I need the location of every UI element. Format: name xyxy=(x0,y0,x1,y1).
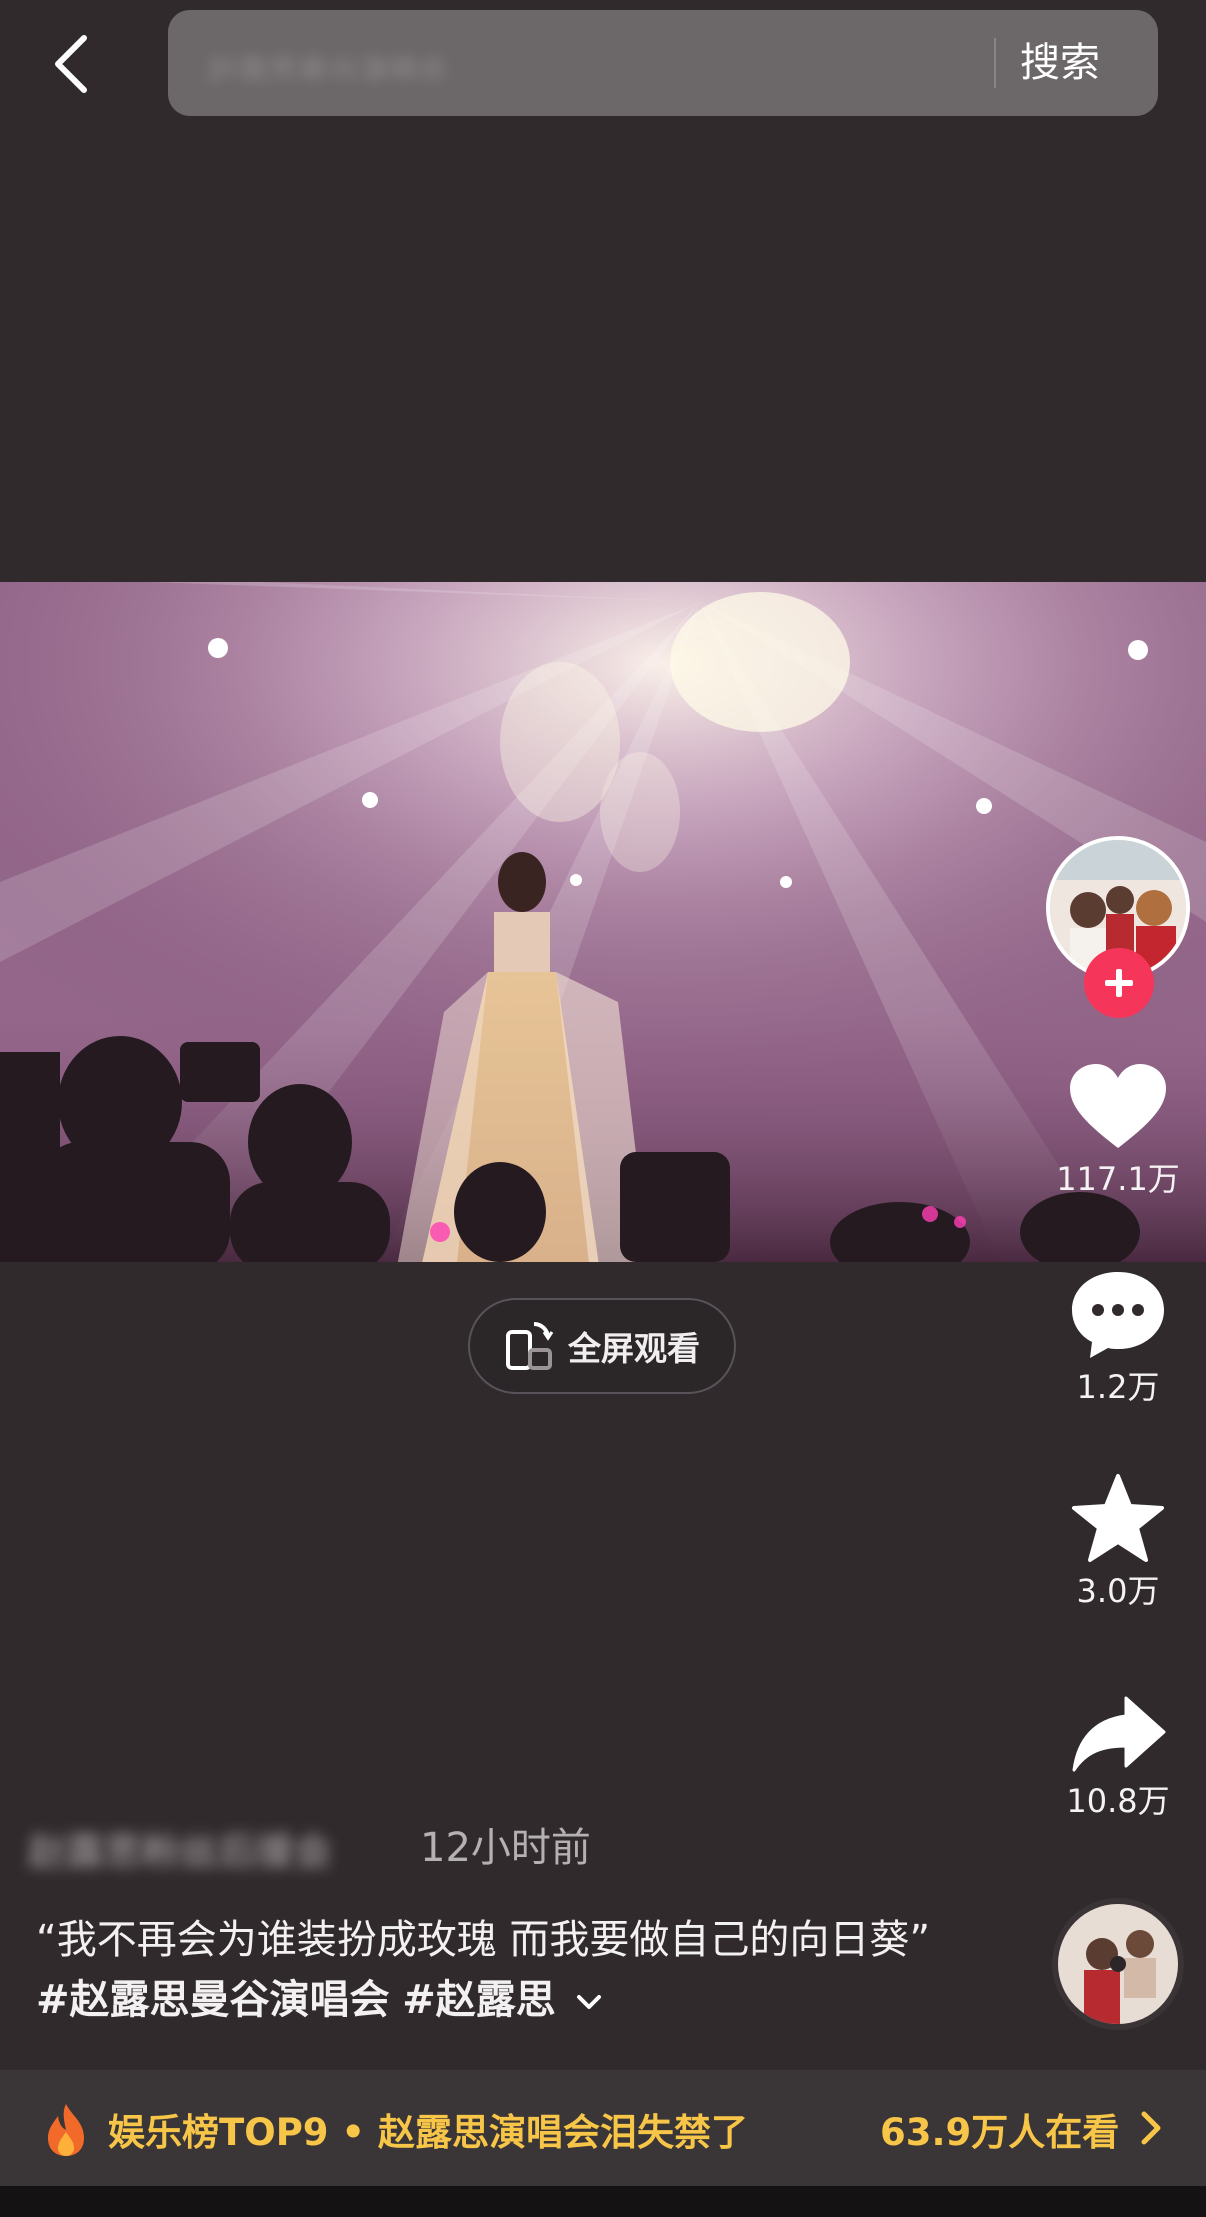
hashtag-link[interactable]: #赵露思曼谷演唱会 xyxy=(36,1977,390,2023)
like-button[interactable]: 117.1万 xyxy=(1046,1062,1190,1200)
hashtag-link[interactable]: #赵露思 xyxy=(402,1977,556,2023)
video-player[interactable] xyxy=(0,582,1206,1262)
follow-button[interactable] xyxy=(1084,948,1154,1018)
bottom-strip xyxy=(0,2186,1206,2217)
heart-icon xyxy=(1070,1064,1166,1148)
share-button[interactable]: 10.8万 xyxy=(1046,1694,1190,1822)
chevron-right-icon xyxy=(1141,2111,1161,2145)
favorite-count: 3.0万 xyxy=(1076,1572,1160,1610)
caption-quote: “我不再会为谁装扮成玫瑰 而我要做自己的向日葵” xyxy=(36,1917,931,1963)
back-button[interactable] xyxy=(40,28,100,100)
music-cover-image xyxy=(1058,1904,1178,2024)
author-row: 赵露思粉丝后援会 12小时前 xyxy=(28,1816,591,1872)
music-disc[interactable] xyxy=(1052,1898,1184,2030)
chevron-down-icon[interactable] xyxy=(576,1992,602,2012)
fire-icon xyxy=(48,2104,84,2156)
chevron-left-icon xyxy=(55,35,87,93)
share-count: 10.8万 xyxy=(1066,1782,1170,1820)
star-icon xyxy=(1072,1474,1164,1562)
search-input[interactable]: 赵露思曼谷演唱会 xyxy=(208,46,538,80)
search-divider xyxy=(994,38,996,88)
fullscreen-button[interactable]: 全屏观看 xyxy=(468,1298,736,1394)
trending-title: 娱乐榜TOP9 • 赵露思演唱会泪失禁了 xyxy=(108,2111,748,2154)
author-name[interactable]: 赵露思粉丝后援会 xyxy=(28,1821,426,1867)
favorite-button[interactable]: 3.0万 xyxy=(1046,1472,1190,1612)
search-bar[interactable]: 赵露思曼谷演唱会 搜索 xyxy=(168,10,1158,116)
post-time: 12小时前 xyxy=(420,1825,591,1871)
share-arrow-icon xyxy=(1072,1696,1166,1772)
concert-video-frame xyxy=(0,582,1206,1262)
rotate-screen-icon xyxy=(506,1322,554,1370)
comment-bubble-icon xyxy=(1072,1272,1164,1358)
search-button[interactable]: 搜索 xyxy=(1020,34,1100,92)
like-count: 117.1万 xyxy=(1056,1160,1180,1198)
trending-viewers: 63.9万人在看 xyxy=(880,2111,1120,2154)
comment-button[interactable]: 1.2万 xyxy=(1046,1268,1190,1408)
post-caption[interactable]: “我不再会为谁装扮成玫瑰 而我要做自己的向日葵” #赵露思曼谷演唱会 #赵露思 xyxy=(36,1910,936,2030)
fullscreen-label: 全屏观看 xyxy=(568,1329,700,1368)
comment-count: 1.2万 xyxy=(1076,1368,1160,1406)
trending-banner[interactable]: 娱乐榜TOP9 • 赵露思演唱会泪失禁了 63.9万人在看 xyxy=(0,2070,1206,2186)
video-feed-page: 赵露思曼谷演唱会 搜索 全屏观看 117.1万 1.2万 3.0万 10.8万 … xyxy=(0,0,1206,2217)
plus-icon xyxy=(1105,969,1133,997)
